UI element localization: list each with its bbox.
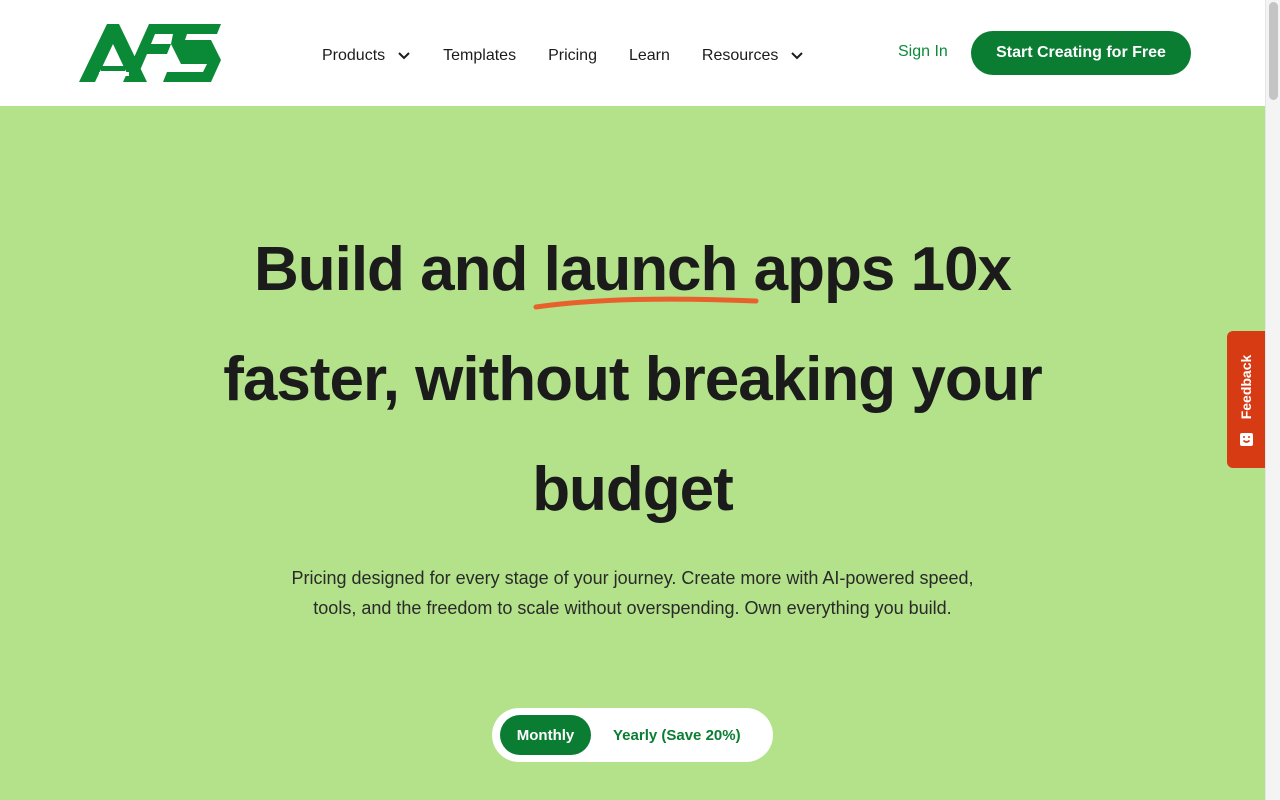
nav-item-products[interactable]: Products [322, 47, 411, 65]
nav-label: Templates [443, 47, 517, 64]
main-nav: Products Templates Pricing Learn Resourc… [322, 43, 836, 69]
chevron-down-icon [791, 52, 804, 60]
chevron-down-icon [398, 52, 410, 60]
title-highlight: launch [533, 215, 759, 325]
yearly-option[interactable]: Yearly (Save 20%) [613, 715, 741, 755]
scrollbar-thumb[interactable] [1269, 2, 1278, 100]
nav-label: Products [322, 47, 386, 64]
sign-in-link[interactable]: Sign In [898, 43, 948, 61]
underline-swoosh-icon [533, 296, 759, 310]
afs-logo[interactable] [79, 22, 221, 82]
monthly-option[interactable]: Monthly [500, 715, 591, 755]
nav-label: Learn [628, 47, 670, 64]
nav-item-templates[interactable]: Templates [443, 47, 516, 65]
hero-subtitle: Pricing designed for every stage of your… [291, 568, 974, 618]
page-scrollbar[interactable] [1265, 0, 1280, 800]
nav-label: Pricing [548, 47, 597, 64]
feedback-tab[interactable]: Feedback [1227, 331, 1265, 468]
billing-toggle: Monthly Yearly (Save 20%) [492, 708, 773, 762]
nav-item-pricing[interactable]: Pricing [548, 47, 597, 65]
nav-label: Resources [701, 47, 779, 64]
start-creating-button[interactable]: Start Creating for Free [971, 31, 1191, 75]
chat-smile-icon [1240, 433, 1253, 446]
title-part1: Build and [253, 235, 528, 304]
hero-title: Build and launch apps 10x faster, withou… [200, 215, 1065, 545]
feedback-label: Feedback [1238, 354, 1254, 420]
nav-item-resources[interactable]: Resources [702, 47, 804, 65]
nav-item-learn[interactable]: Learn [629, 47, 670, 65]
site-header: Products Templates Pricing Learn Resourc… [0, 0, 1265, 106]
